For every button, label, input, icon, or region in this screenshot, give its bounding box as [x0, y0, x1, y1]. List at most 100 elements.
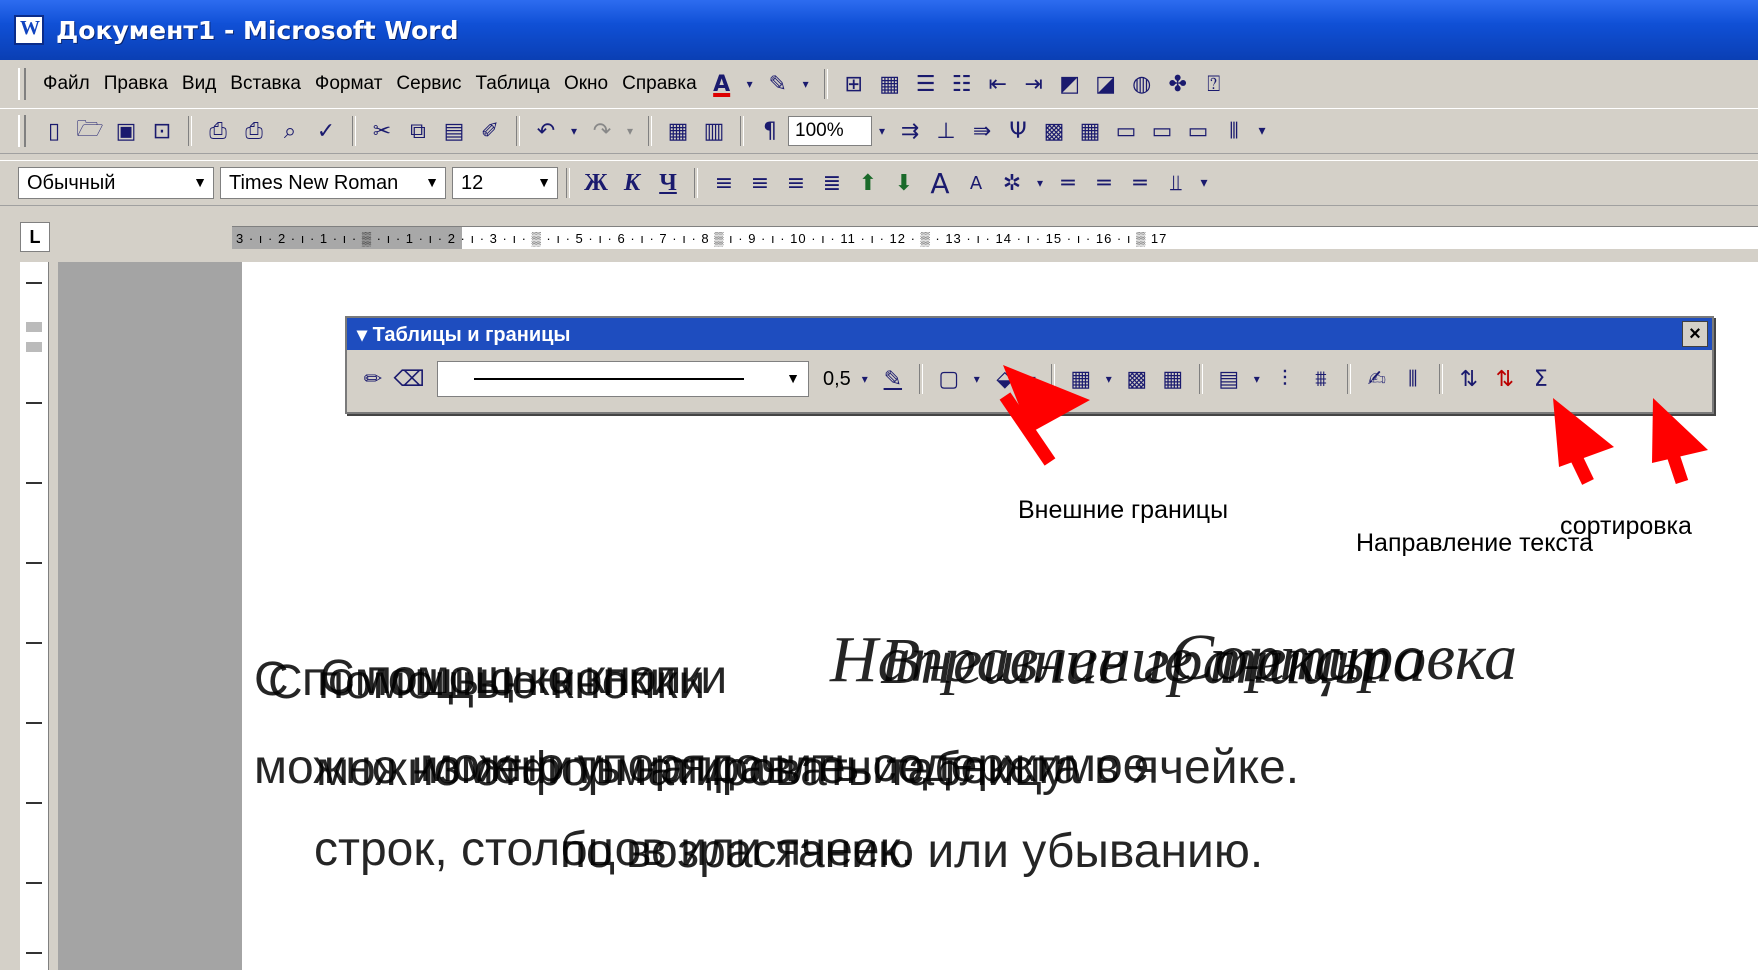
- horizontal-ruler[interactable]: 3 · ı · 2 · ı · 1 · ı · ▒ · ı · 1 · ı · …: [232, 226, 1758, 249]
- help-icon[interactable]: ⍰: [1199, 69, 1229, 99]
- show-formatting-icon[interactable]: ¶: [755, 116, 785, 146]
- dropdown-arrow-icon[interactable]: ▾: [970, 364, 984, 394]
- print-preview-icon[interactable]: ⎙: [239, 116, 269, 146]
- dropdown-arrow-icon[interactable]: ▾: [567, 116, 581, 146]
- distribute-rows-icon[interactable]: ⫶: [1270, 364, 1300, 394]
- toolbar-grip[interactable]: [18, 115, 26, 147]
- save-icon[interactable]: ▣: [111, 116, 141, 146]
- undo-icon[interactable]: ↶: [531, 116, 561, 146]
- shrink-font-icon[interactable]: A: [961, 168, 991, 198]
- dropdown-arrow-icon[interactable]: ▾: [799, 69, 813, 99]
- autosum-button[interactable]: Σ: [1526, 364, 1556, 394]
- menu-help[interactable]: Справка: [615, 69, 704, 99]
- split-icon[interactable]: ⊥: [931, 116, 961, 146]
- font-color-icon[interactable]: A: [707, 69, 737, 99]
- preview-icon[interactable]: ⌕: [275, 116, 305, 146]
- numbered-list-icon[interactable]: ☰: [911, 69, 941, 99]
- menu-file[interactable]: Файл: [36, 69, 97, 99]
- menu-grip[interactable]: [18, 68, 26, 100]
- insert-table-icon[interactable]: ▦: [663, 116, 693, 146]
- style-combo[interactable]: Обычный ▼: [18, 167, 214, 199]
- line-weight-value[interactable]: 0,5: [823, 368, 851, 391]
- promote-icon[interactable]: ⬆: [853, 168, 883, 198]
- split-cells-icon[interactable]: ▦: [1158, 364, 1188, 394]
- menu-format[interactable]: Формат: [308, 69, 390, 99]
- align-icon[interactable]: ▤: [1214, 364, 1244, 394]
- map-icon[interactable]: ✤: [1163, 69, 1193, 99]
- globe-icon[interactable]: ◍: [1127, 69, 1157, 99]
- redo-icon[interactable]: ↷: [587, 116, 617, 146]
- draw-table-pencil-icon[interactable]: ✏: [358, 364, 388, 394]
- sort-ascending-icon[interactable]: ⇅: [1454, 364, 1484, 394]
- palette-title-bar[interactable]: ▾ Таблицы и границы ×: [347, 318, 1712, 350]
- menu-tools[interactable]: Сервис: [389, 69, 468, 99]
- highlight-icon[interactable]: ✎: [763, 69, 793, 99]
- dropdown-arrow-icon[interactable]: ▾: [623, 116, 637, 146]
- italic-button[interactable]: К: [617, 168, 647, 198]
- insert-table-icon[interactable]: ▦: [1066, 364, 1096, 394]
- bold-button[interactable]: Ж: [581, 168, 611, 198]
- text-direction-icon[interactable]: ⦀: [1219, 116, 1249, 146]
- demote-icon[interactable]: ⬇: [889, 168, 919, 198]
- effects-icon[interactable]: ✲: [997, 168, 1027, 198]
- columns-icon[interactable]: ▥: [699, 116, 729, 146]
- line-spacing-icon[interactable]: ═: [1053, 168, 1083, 198]
- align-center-icon[interactable]: ▭: [1147, 116, 1177, 146]
- font-combo[interactable]: Times New Roman ▼: [220, 167, 446, 199]
- align-top-icon[interactable]: ▭: [1111, 116, 1141, 146]
- menu-view[interactable]: Вид: [175, 69, 223, 99]
- align-right-icon[interactable]: ≡: [781, 168, 811, 198]
- dropdown-arrow-icon[interactable]: ▼: [537, 174, 551, 190]
- autoformat-icon[interactable]: ✍: [1362, 364, 1392, 394]
- borders-icon[interactable]: ▦: [875, 69, 905, 99]
- drawing-icon[interactable]: ◪: [1091, 69, 1121, 99]
- menu-window[interactable]: Окно: [557, 69, 615, 99]
- justify-icon[interactable]: ≣: [817, 168, 847, 198]
- copy-icon[interactable]: ⧉: [403, 116, 433, 146]
- fork-icon[interactable]: Ψ: [1003, 116, 1033, 146]
- paste-icon[interactable]: ▤: [439, 116, 469, 146]
- dropdown-arrow-icon[interactable]: ▾: [875, 116, 889, 146]
- new-document-icon[interactable]: ▯: [39, 116, 69, 146]
- vertical-ruler[interactable]: [20, 262, 49, 970]
- menu-insert[interactable]: Вставка: [223, 69, 308, 99]
- text-direction-icon[interactable]: ⦀: [1398, 364, 1428, 394]
- paragraph-spacing-icon[interactable]: ═: [1089, 168, 1119, 198]
- overflow-icon[interactable]: ▾: [1197, 168, 1211, 198]
- close-button[interactable]: ×: [1682, 321, 1708, 347]
- distribute-icon[interactable]: ⫫: [1161, 168, 1191, 198]
- underline-button[interactable]: Ч: [653, 168, 683, 198]
- spelling-icon[interactable]: ✓: [311, 116, 341, 146]
- zoom-combo[interactable]: 100%: [788, 116, 872, 146]
- increase-indent-icon[interactable]: ⇥: [1019, 69, 1049, 99]
- sort-descending-icon[interactable]: ⇅: [1490, 364, 1520, 394]
- table-grid-icon[interactable]: ▦: [1075, 116, 1105, 146]
- dropdown-arrow-icon[interactable]: ▾: [1026, 364, 1040, 394]
- grow-font-icon[interactable]: A: [925, 167, 955, 200]
- menu-edit[interactable]: Правка: [97, 69, 175, 99]
- overflow-icon[interactable]: ▾: [1255, 116, 1269, 146]
- merge-cells-icon[interactable]: ▩: [1122, 364, 1152, 394]
- border-color-icon[interactable]: ✎: [878, 364, 908, 394]
- align-bottom-icon[interactable]: ▭: [1183, 116, 1213, 146]
- dropdown-arrow-icon[interactable]: ▼: [786, 370, 800, 386]
- dropdown-arrow-icon[interactable]: ▾: [1102, 364, 1116, 394]
- permission-icon[interactable]: ⊡: [147, 116, 177, 146]
- word-document-icon[interactable]: [14, 15, 44, 45]
- bullet-list-icon[interactable]: ☷: [947, 69, 977, 99]
- shading-color-icon[interactable]: ⬙: [990, 364, 1020, 394]
- print-icon[interactable]: ⎙: [203, 116, 233, 146]
- menu-table[interactable]: Таблица: [468, 69, 557, 99]
- indent-spacing-icon[interactable]: ═: [1125, 168, 1155, 198]
- outside-borders-icon[interactable]: ▢: [934, 364, 964, 394]
- eraser-icon[interactable]: ⌫: [393, 364, 424, 394]
- tab-selector[interactable]: L: [20, 222, 50, 252]
- dropdown-arrow-icon[interactable]: ▾: [1250, 364, 1264, 394]
- dropdown-arrow-icon[interactable]: ▼: [193, 174, 207, 190]
- grid-icon[interactable]: ▩: [1039, 116, 1069, 146]
- line-style-combo[interactable]: ▼: [437, 361, 809, 397]
- dropdown-arrow-icon[interactable]: ▼: [425, 174, 439, 190]
- decrease-indent-icon[interactable]: ⇤: [983, 69, 1013, 99]
- insert-row-icon[interactable]: ⇉: [895, 116, 925, 146]
- web-icon[interactable]: ◩: [1055, 69, 1085, 99]
